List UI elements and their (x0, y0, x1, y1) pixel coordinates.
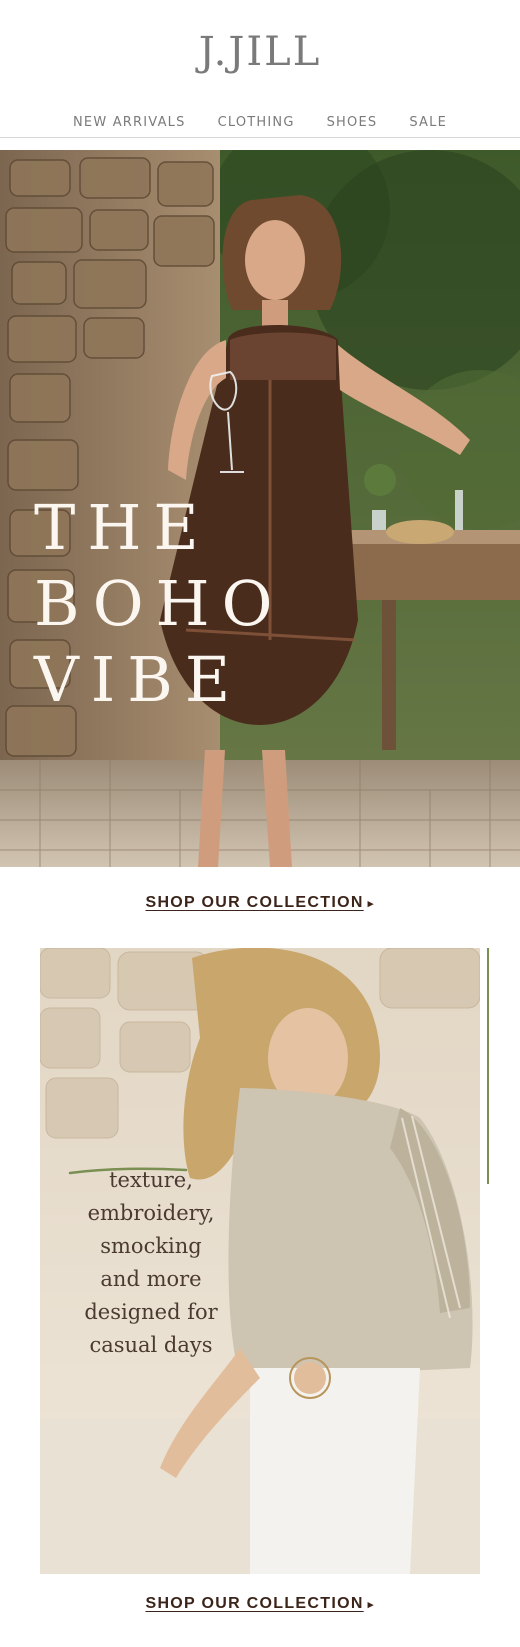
green-underline-stroke (68, 1167, 188, 1175)
headline-line: BOHO (34, 567, 285, 640)
chevron-right-icon: ▸ (367, 898, 375, 910)
feature-panel[interactable]: texture, embroidery, smocking and more d… (40, 948, 480, 1574)
chevron-right-icon: ▸ (367, 1599, 375, 1611)
hero-banner[interactable]: THE BOHO VIBE (0, 150, 520, 867)
copy-line: smocking (100, 1234, 202, 1258)
copy-line: and more (100, 1267, 202, 1291)
feature-copy: texture, embroidery, smocking and more d… (68, 1164, 234, 1362)
nav-clothing[interactable]: CLOTHING (218, 110, 295, 136)
shop-collection-cta-2[interactable]: SHOP OUR COLLECTION ▸ (0, 1595, 520, 1613)
hero-headline: THE BOHO VIBE (34, 490, 294, 718)
headline-line: VIBE (34, 643, 243, 716)
nav-shoes[interactable]: SHOES (327, 110, 378, 136)
shop-collection-link[interactable]: SHOP OUR COLLECTION (145, 894, 363, 911)
shop-collection-cta[interactable]: SHOP OUR COLLECTION ▸ (0, 894, 520, 912)
main-nav: NEW ARRIVALS CLOTHING SHOES SALE (0, 110, 520, 136)
header-divider (0, 137, 520, 138)
nav-sale[interactable]: SALE (409, 110, 447, 136)
copy-line: designed for (84, 1300, 218, 1324)
brand-logo[interactable]: J.JILL (0, 22, 520, 82)
copy-line: embroidery, (87, 1201, 215, 1225)
headline-line: THE (34, 491, 211, 564)
copy-line: casual days (89, 1333, 213, 1357)
accent-vertical-line (487, 948, 489, 1184)
nav-new-arrivals[interactable]: NEW ARRIVALS (73, 110, 186, 136)
email-body: J.JILL NEW ARRIVALS CLOTHING SHOES SALE (0, 0, 520, 1647)
shop-collection-link-2[interactable]: SHOP OUR COLLECTION (145, 1595, 363, 1612)
